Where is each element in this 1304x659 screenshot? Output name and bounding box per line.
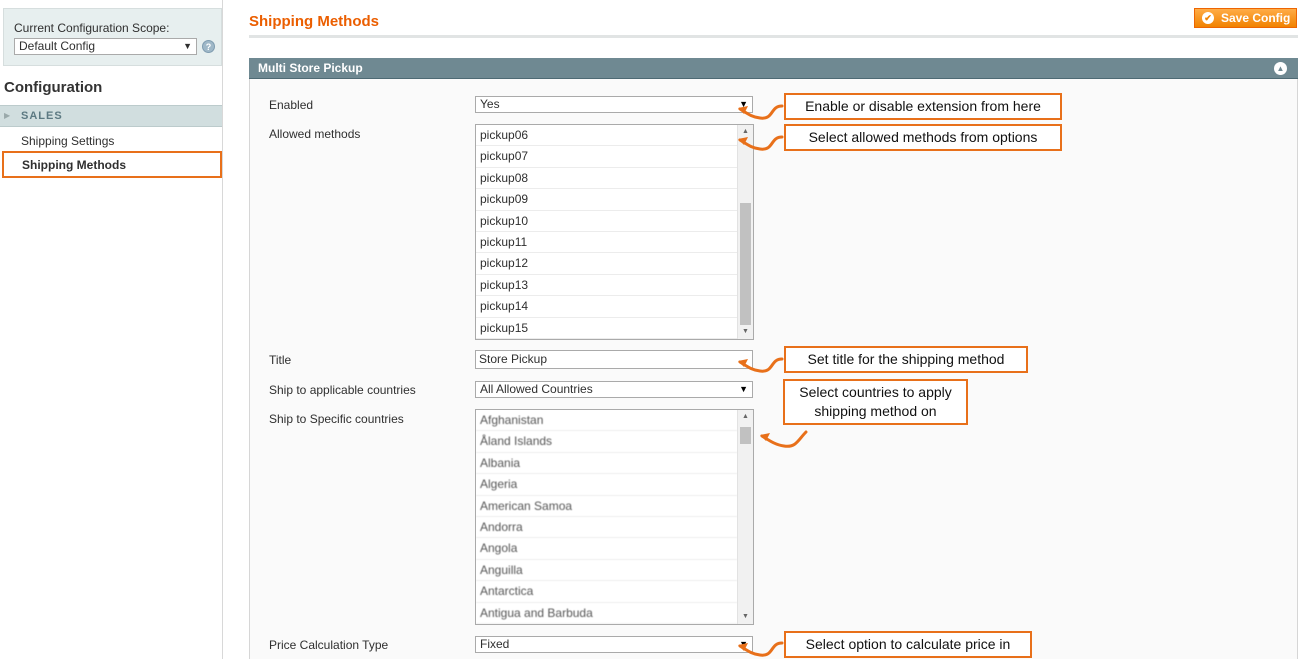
scroll-down-icon[interactable]: ▼ xyxy=(738,610,753,624)
scrollbar-thumb[interactable] xyxy=(740,427,751,444)
configuration-title: Configuration xyxy=(4,79,103,96)
section-header-multi-store-pickup[interactable]: Multi Store Pickup ▲ xyxy=(249,58,1298,79)
scrollbar-thumb[interactable] xyxy=(740,203,751,325)
collapse-icon[interactable]: ▲ xyxy=(1274,62,1287,75)
list-item[interactable]: American Samoa xyxy=(476,496,737,517)
scope-select-value: Default Config xyxy=(19,39,96,53)
ship-specific-multiselect[interactable]: Afghanistan Åland Islands Albania Algeri… xyxy=(475,409,754,625)
list-item[interactable]: pickup10 xyxy=(476,211,737,232)
callout-countries-line1: Select countries to apply xyxy=(799,384,952,400)
list-item[interactable]: pickup08 xyxy=(476,168,737,190)
sidebar-item-shipping-methods[interactable]: Shipping Methods xyxy=(2,151,222,178)
scope-select[interactable]: Default Config ▼ xyxy=(14,38,197,55)
list-item[interactable]: pickup07 xyxy=(476,146,737,168)
list-item[interactable]: Åland Islands xyxy=(476,431,737,453)
ship-applicable-select[interactable]: All Allowed Countries ▼ xyxy=(475,381,753,398)
callout-countries: Select countries to apply shipping metho… xyxy=(783,379,968,425)
sidebar-group-label: SALES xyxy=(21,110,63,122)
price-calc-value: Fixed xyxy=(480,637,510,651)
list-item[interactable]: pickup11 xyxy=(476,232,737,254)
scroll-up-icon[interactable]: ▲ xyxy=(738,125,753,139)
callout-title: Set title for the shipping method xyxy=(784,346,1028,373)
sidebar: Current Configuration Scope: Default Con… xyxy=(0,0,223,659)
help-icon[interactable]: ? xyxy=(202,40,215,53)
list-item[interactable]: pickup12 xyxy=(476,253,737,275)
list-item[interactable]: pickup06 xyxy=(476,125,737,147)
list-item[interactable]: Afghanistan xyxy=(476,410,737,432)
check-icon: ✔ xyxy=(1202,12,1214,24)
title-divider xyxy=(249,35,1298,38)
scroll-up-icon[interactable]: ▲ xyxy=(738,410,753,424)
triangle-right-icon: ▶ xyxy=(4,111,11,120)
sidebar-group-sales[interactable]: ▶ SALES xyxy=(0,105,222,127)
sidebar-item-shipping-settings[interactable]: Shipping Settings xyxy=(21,134,114,148)
scroll-down-icon[interactable]: ▼ xyxy=(738,325,753,339)
callout-price: Select option to calculate price in xyxy=(784,631,1032,658)
chevron-down-icon: ▼ xyxy=(739,99,748,109)
scrollbar[interactable]: ▲ ▼ xyxy=(737,410,753,624)
list-item[interactable]: Antigua and Barbuda xyxy=(476,603,737,624)
title-label: Title xyxy=(269,353,292,367)
section-body xyxy=(249,79,1298,659)
list-item[interactable]: pickup09 xyxy=(476,189,737,211)
scope-label: Current Configuration Scope: xyxy=(14,21,170,35)
chevron-down-icon: ▼ xyxy=(183,41,192,51)
callout-enabled: Enable or disable extension from here xyxy=(784,93,1062,120)
list-item[interactable]: Andorra xyxy=(476,517,737,539)
list-item[interactable]: Algeria xyxy=(476,474,737,496)
allowed-methods-label: Allowed methods xyxy=(269,127,361,141)
list-item[interactable]: pickup13 xyxy=(476,275,737,297)
scrollbar[interactable]: ▲ ▼ xyxy=(737,125,753,339)
price-calc-label: Price Calculation Type xyxy=(269,638,389,652)
section-title: Multi Store Pickup xyxy=(258,61,363,75)
save-config-button[interactable]: ✔ Save Config xyxy=(1194,8,1297,28)
save-config-label: Save Config xyxy=(1221,11,1291,25)
list-item[interactable]: Albania xyxy=(476,453,737,475)
sidebar-item-label: Shipping Methods xyxy=(22,158,126,172)
scope-switcher: Current Configuration Scope: Default Con… xyxy=(3,8,222,66)
page-title: Shipping Methods xyxy=(249,13,379,30)
list-item[interactable]: pickup15 xyxy=(476,318,737,339)
ship-specific-label: Ship to Specific countries xyxy=(269,412,404,426)
title-input[interactable]: Store Pickup xyxy=(475,350,753,369)
ship-applicable-label: Ship to applicable countries xyxy=(269,383,416,397)
price-calc-select[interactable]: Fixed ▼ xyxy=(475,636,753,653)
enabled-select-value: Yes xyxy=(480,97,500,111)
callout-allowed-methods: Select allowed methods from options xyxy=(784,124,1062,151)
callout-countries-line2: shipping method on xyxy=(814,403,937,419)
chevron-down-icon: ▼ xyxy=(739,639,748,649)
list-item[interactable]: Antarctica xyxy=(476,581,737,603)
enabled-select[interactable]: Yes ▼ xyxy=(475,96,753,113)
ship-applicable-value: All Allowed Countries xyxy=(480,382,593,396)
enabled-label: Enabled xyxy=(269,98,314,112)
list-item[interactable]: pickup14 xyxy=(476,296,737,318)
list-item[interactable]: Angola xyxy=(476,538,737,560)
allowed-methods-multiselect[interactable]: pickup06 pickup07 pickup08 pickup09 pick… xyxy=(475,124,754,340)
chevron-down-icon: ▼ xyxy=(739,384,748,394)
list-item[interactable]: Anguilla xyxy=(476,560,737,582)
